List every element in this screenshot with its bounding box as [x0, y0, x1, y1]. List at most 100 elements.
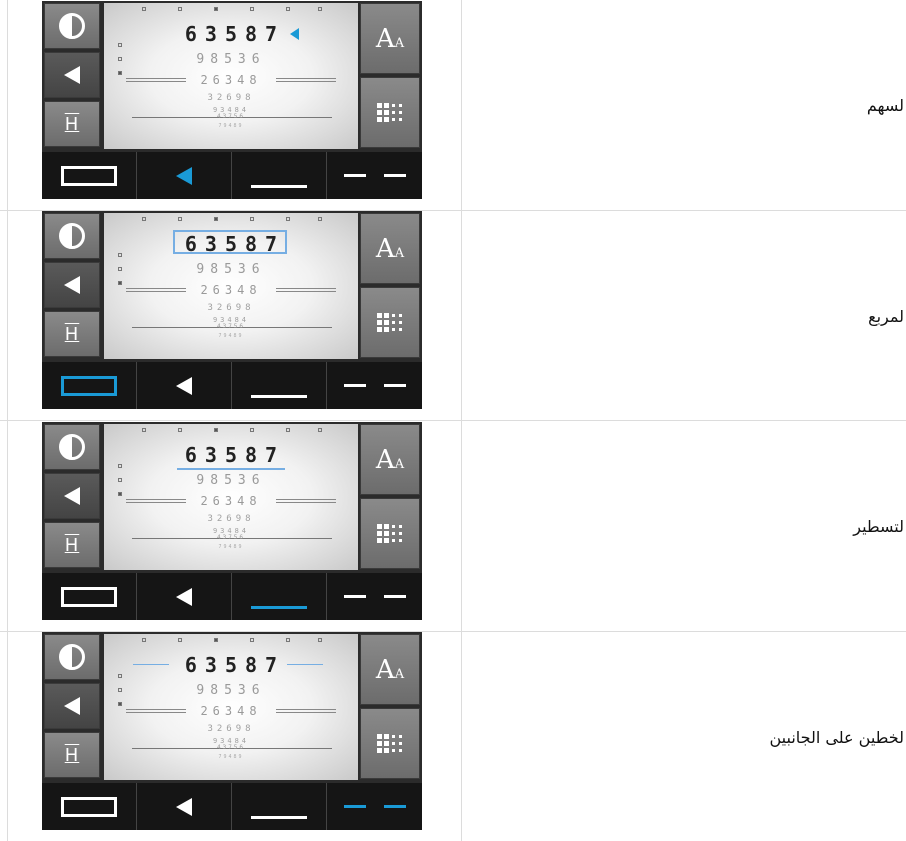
side-lines-icon [343, 805, 406, 808]
chart-line-1: 63587 [104, 23, 358, 45]
rectangle-mode-button[interactable] [42, 152, 137, 199]
chart-line-2: 98536 [196, 52, 266, 67]
underline-mode-button[interactable] [232, 783, 327, 830]
split-h-icon: H [64, 744, 80, 766]
contrast-button[interactable] [44, 424, 100, 470]
underline-icon [251, 395, 307, 398]
instructions-table: H 63587 98536 26348 32698 93484 43756 79… [0, 0, 906, 841]
chart-line-6: 43756 [216, 113, 246, 120]
marker-button[interactable] [44, 473, 100, 519]
chart-line-4: 32698 [207, 724, 255, 734]
chart-line-2: 98536 [196, 262, 266, 277]
chart-line-3: 26348 [104, 73, 358, 87]
split-button[interactable]: H [44, 522, 100, 568]
grid-icon [377, 313, 403, 332]
underline-icon [251, 606, 307, 609]
underline-icon [251, 816, 307, 819]
eye-chart-screen: 63587 98536 26348 32698 93484 43756 7948… [104, 424, 358, 570]
arrow-left-icon [64, 276, 80, 294]
font-size-button[interactable]: AA [360, 424, 420, 495]
row-label: لسهم [866, 96, 904, 115]
font-size-button[interactable]: AA [360, 634, 420, 705]
underline-mode-button[interactable] [232, 362, 327, 409]
underline-icon [251, 185, 307, 188]
arrow-mode-button[interactable] [137, 783, 232, 830]
chart-line-2: 98536 [196, 473, 266, 488]
rectangle-marker [172, 230, 288, 254]
arrow-left-icon [176, 166, 192, 185]
side-lines-mode-button[interactable] [327, 783, 422, 830]
rectangle-icon [61, 165, 117, 186]
chart-grid-button[interactable] [360, 708, 420, 779]
font-size-button[interactable]: AA [360, 3, 420, 74]
device-screenshot: H 63587 98536 26348 32698 93484 43756 79… [42, 422, 422, 620]
rectangle-mode-button[interactable] [42, 783, 137, 830]
eye-chart-screen: 63587 98536 26348 32698 93484 43756 7948… [104, 634, 358, 780]
arrow-left-icon [176, 376, 192, 395]
arrow-left-icon [64, 487, 80, 505]
chart-line-4: 32698 [207, 514, 255, 524]
arrow-left-icon [176, 797, 192, 816]
side-lines-mode-button[interactable] [327, 152, 422, 199]
row-label: لتسطير [853, 517, 904, 536]
split-button[interactable]: H [44, 101, 100, 147]
device-screenshot: H 63587 98536 26348 32698 93484 43756 79… [42, 1, 422, 199]
font-size-icon: AA [375, 654, 405, 685]
arrow-marker [290, 28, 300, 40]
side-lines-mode-button[interactable] [327, 362, 422, 409]
chart-line-7: 79489 [218, 333, 244, 339]
eye-chart-screen: 63587 98536 26348 32698 93484 43756 7948… [104, 3, 358, 149]
split-button[interactable]: H [44, 732, 100, 778]
grid-icon [377, 103, 403, 122]
chart-grid-button[interactable] [360, 498, 420, 569]
side-line-left-marker [132, 664, 169, 665]
chart-grid-button[interactable] [360, 77, 420, 148]
chart-grid-button[interactable] [360, 287, 420, 358]
underline-marker [176, 468, 286, 470]
side-lines-icon [343, 595, 406, 598]
arrow-left-icon [64, 66, 80, 84]
arrow-mode-button[interactable] [137, 573, 232, 620]
chart-line-1: 63587 [104, 444, 358, 470]
chart-line-4: 32698 [207, 93, 255, 103]
underline-mode-button[interactable] [232, 152, 327, 199]
row-label: لمربع [868, 307, 904, 326]
device-screenshot: H 63587 98536 26348 32698 93484 43756 79… [42, 211, 422, 409]
contrast-icon [59, 644, 85, 670]
rectangle-mode-button[interactable] [42, 362, 137, 409]
chart-line-1: 63587 [104, 230, 358, 255]
rectangle-icon [61, 796, 117, 817]
chart-line-3: 26348 [104, 704, 358, 718]
chart-line-4: 32698 [207, 303, 255, 313]
contrast-icon [59, 13, 85, 39]
eye-chart-screen: 63587 98536 26348 32698 93484 43756 7948… [104, 213, 358, 359]
chart-line-2: 98536 [196, 683, 266, 698]
side-lines-mode-button[interactable] [327, 573, 422, 620]
marker-button[interactable] [44, 683, 100, 729]
marker-button[interactable] [44, 262, 100, 308]
chart-line-3: 26348 [104, 283, 358, 297]
font-size-icon: AA [375, 23, 405, 54]
table-row: H 63587 98536 26348 32698 93484 43756 79… [0, 0, 906, 211]
side-lines-icon [343, 174, 406, 177]
chart-line-6: 43756 [216, 534, 246, 541]
table-row: H 63587 98536 26348 32698 93484 43756 79… [0, 421, 906, 632]
font-size-button[interactable]: AA [360, 213, 420, 284]
split-button[interactable]: H [44, 311, 100, 357]
table-row: H 63587 98536 26348 32698 93484 43756 79… [0, 632, 906, 841]
marker-button[interactable] [44, 52, 100, 98]
chart-line-7: 79489 [218, 754, 244, 760]
contrast-button[interactable] [44, 3, 100, 49]
chart-line-6: 43756 [216, 744, 246, 751]
arrow-left-icon [64, 697, 80, 715]
chart-line-6: 43756 [216, 323, 246, 330]
rectangle-mode-button[interactable] [42, 573, 137, 620]
grid-icon [377, 734, 403, 753]
contrast-button[interactable] [44, 634, 100, 680]
underline-mode-button[interactable] [232, 573, 327, 620]
arrow-mode-button[interactable] [137, 362, 232, 409]
arrow-mode-button[interactable] [137, 152, 232, 199]
contrast-button[interactable] [44, 213, 100, 259]
chart-line-7: 79489 [218, 544, 244, 550]
table-row: H 63587 98536 26348 32698 93484 43756 79… [0, 211, 906, 421]
